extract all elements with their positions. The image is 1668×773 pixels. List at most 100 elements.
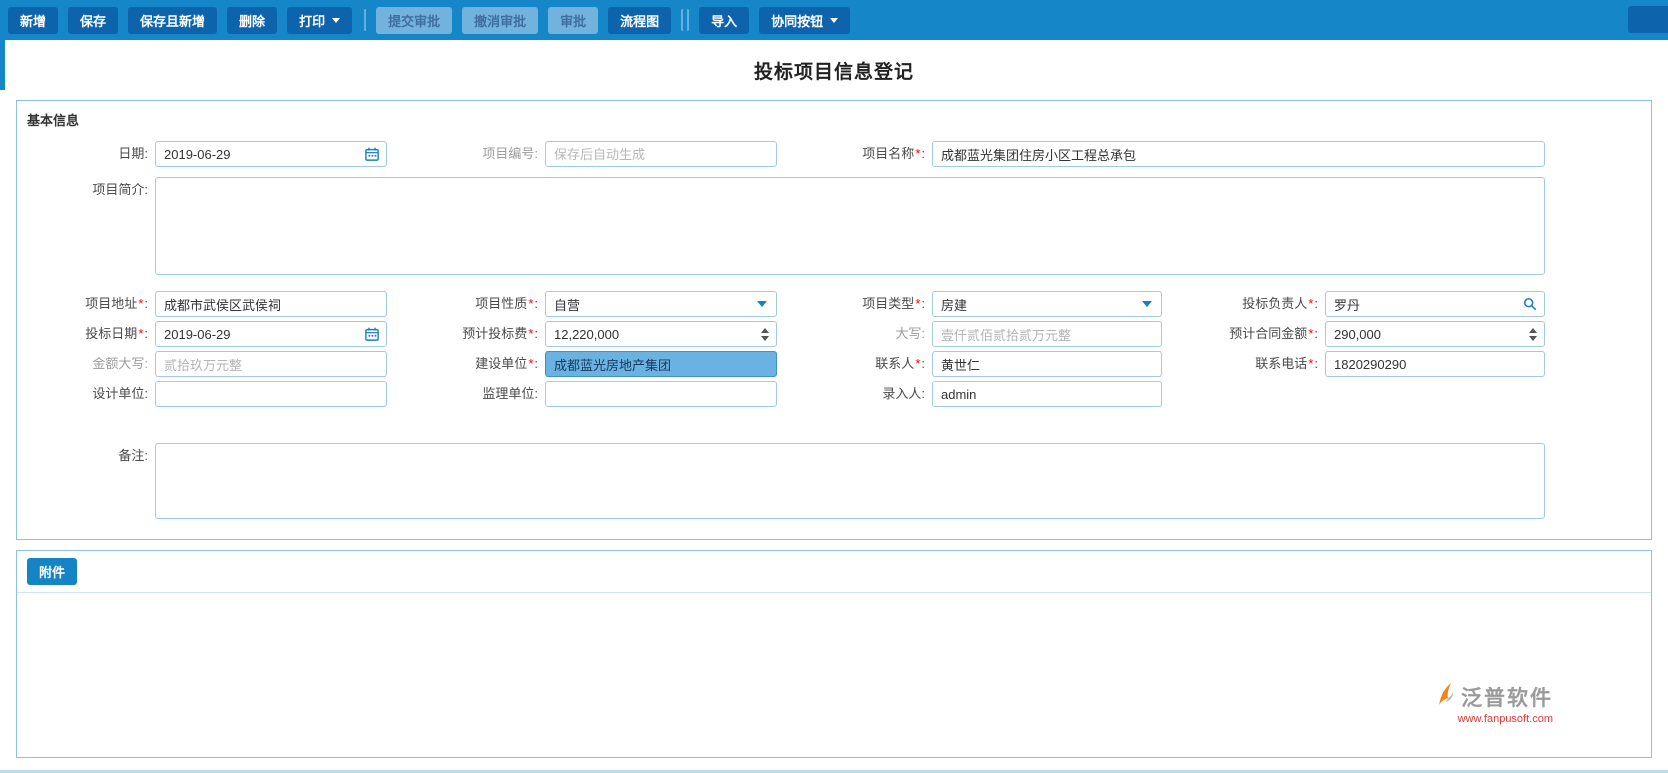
construction-unit-field[interactable] — [545, 351, 777, 377]
toolbar-overflow-button[interactable] — [1628, 6, 1668, 33]
construction-unit-label: 建设单位*: — [475, 356, 538, 371]
construction-unit-input[interactable] — [554, 352, 772, 376]
left-accent-strip — [0, 40, 5, 90]
new-button[interactable]: 新增 — [8, 6, 59, 34]
chevron-down-icon[interactable] — [757, 301, 767, 307]
form-row-date: 日期: 项目编号: 项目名称*: — [27, 141, 1641, 167]
bid-leader-field[interactable] — [1325, 291, 1545, 317]
project-address-label: 项目地址*: — [85, 296, 148, 311]
save-and-new-button[interactable]: 保存且新增 — [128, 6, 218, 34]
attachment-button[interactable]: 附件 — [27, 558, 78, 585]
submit-approval-button[interactable]: 提交审批 — [376, 6, 453, 34]
attachment-toolbar: 附件 — [17, 551, 1651, 593]
project-no-label: 项目编号: — [482, 146, 538, 161]
project-nature-label: 项目性质*: — [475, 296, 538, 311]
project-nature-select[interactable]: 自营 — [545, 291, 777, 317]
section-title-basic-info: 基本信息 — [27, 113, 80, 128]
project-name-input[interactable] — [941, 142, 1540, 166]
contact-field[interactable] — [932, 351, 1162, 377]
remark-label: 备注: — [118, 448, 148, 463]
contract-amount-input[interactable] — [1334, 322, 1529, 346]
amount-caps-input — [164, 352, 382, 376]
import-button[interactable]: 导入 — [699, 6, 750, 34]
toolbar-divider — [681, 9, 684, 31]
phone-field[interactable] — [1325, 351, 1545, 377]
brand-name: 泛普软件 — [1461, 686, 1553, 710]
entry-person-field[interactable] — [932, 381, 1162, 407]
bid-date-input[interactable] — [164, 322, 365, 346]
date-field[interactable] — [155, 141, 387, 167]
project-name-field[interactable] — [932, 141, 1545, 167]
bid-cost-caps-input — [941, 322, 1157, 346]
supervision-unit-label: 监理单位: — [482, 386, 538, 401]
page-title: 投标项目信息登记 — [753, 61, 914, 83]
form-row-amount-caps: 金额大写: 建设单位*: 联系人*: 联系电话*: — [27, 351, 1641, 377]
top-toolbar: 新增 保存 保存且新增 删除 打印 提交审批 撤消审批 审批 流程图 导入 协同… — [0, 0, 1668, 40]
form-row-address: 项目地址*: 项目性质*: 自营 项目类型*: 房建 投标负责人*: — [27, 291, 1641, 317]
project-nature-value: 自营 — [554, 297, 581, 313]
phone-label: 联系电话*: — [1255, 356, 1318, 371]
bid-cost-caps-field — [932, 321, 1162, 347]
print-button[interactable]: 打印 — [287, 6, 353, 34]
chevron-down-icon — [332, 17, 341, 23]
attachment-panel: 附件 泛普软件 www.fanpusoft.com — [16, 550, 1652, 758]
project-address-input[interactable] — [164, 292, 382, 316]
supervision-unit-input[interactable] — [554, 382, 772, 406]
entry-person-input[interactable] — [941, 382, 1157, 406]
project-no-field[interactable] — [545, 141, 777, 167]
project-intro-label: 项目简介: — [92, 182, 148, 197]
bid-cost-caps-label: 大写: — [895, 326, 925, 341]
delete-button[interactable]: 删除 — [227, 6, 278, 34]
bid-leader-label: 投标负责人*: — [1242, 296, 1318, 311]
project-name-label: 项目名称*: — [862, 146, 925, 161]
date-label: 日期: — [118, 146, 148, 161]
brand-icon — [1435, 681, 1457, 712]
bid-leader-input[interactable] — [1334, 292, 1523, 316]
phone-input[interactable] — [1334, 352, 1540, 376]
project-no-input[interactable] — [554, 142, 772, 166]
spinner-icon[interactable] — [761, 327, 769, 341]
contract-amount-field[interactable] — [1325, 321, 1545, 347]
calendar-icon[interactable] — [365, 327, 379, 341]
contact-label: 联系人*: — [875, 356, 925, 371]
project-type-label: 项目类型*: — [862, 296, 925, 311]
project-intro-textarea[interactable] — [155, 177, 1545, 275]
search-icon[interactable] — [1523, 297, 1537, 311]
form-row-units: 设计单位: 监理单位: 录入人: — [27, 381, 1641, 407]
bid-cost-label: 预计投标费*: — [462, 326, 538, 341]
form-row-intro: 项目简介: — [27, 177, 1641, 275]
save-button[interactable]: 保存 — [68, 6, 119, 34]
flowchart-button[interactable]: 流程图 — [608, 6, 672, 34]
design-unit-input[interactable] — [164, 382, 382, 406]
toolbar-divider — [687, 9, 690, 31]
project-type-select[interactable]: 房建 — [932, 291, 1162, 317]
bid-date-label: 投标日期*: — [85, 326, 148, 341]
design-unit-field[interactable] — [155, 381, 387, 407]
remark-textarea[interactable] — [155, 443, 1545, 519]
brand-logo: 泛普软件 www.fanpusoft.com — [1435, 681, 1553, 725]
design-unit-label: 设计单位: — [92, 386, 148, 401]
form-row-remark: 备注: — [27, 443, 1641, 519]
project-address-field[interactable] — [155, 291, 387, 317]
bid-cost-input[interactable] — [554, 322, 761, 346]
contract-amount-label: 预计合同金额*: — [1229, 326, 1318, 341]
brand-url: www.fanpusoft.com — [1457, 713, 1553, 725]
bid-date-field[interactable] — [155, 321, 387, 347]
cancel-approval-button[interactable]: 撤消审批 — [462, 6, 539, 34]
collab-button[interactable]: 协同按钮 — [759, 6, 851, 34]
toolbar-divider — [364, 9, 367, 31]
chevron-down-icon[interactable] — [1142, 301, 1152, 307]
form-row-bid-date: 投标日期*: 预计投标费*: 大写: 预计合同金额*: — [27, 321, 1641, 347]
spinner-icon[interactable] — [1529, 327, 1537, 341]
basic-info-panel: 基本信息 日期: 项目编号: 项目名称*: 项目简介: 项目地址*: 项目性质*… — [16, 100, 1652, 540]
amount-caps-label: 金额大写: — [92, 356, 148, 371]
calendar-icon[interactable] — [365, 147, 379, 161]
contact-input[interactable] — [941, 352, 1157, 376]
chevron-down-icon — [830, 17, 839, 23]
date-input[interactable] — [164, 142, 365, 166]
amount-caps-field — [155, 351, 387, 377]
approve-button[interactable]: 审批 — [548, 6, 599, 34]
supervision-unit-field[interactable] — [545, 381, 777, 407]
bid-cost-field[interactable] — [545, 321, 777, 347]
project-type-value: 房建 — [941, 297, 968, 313]
